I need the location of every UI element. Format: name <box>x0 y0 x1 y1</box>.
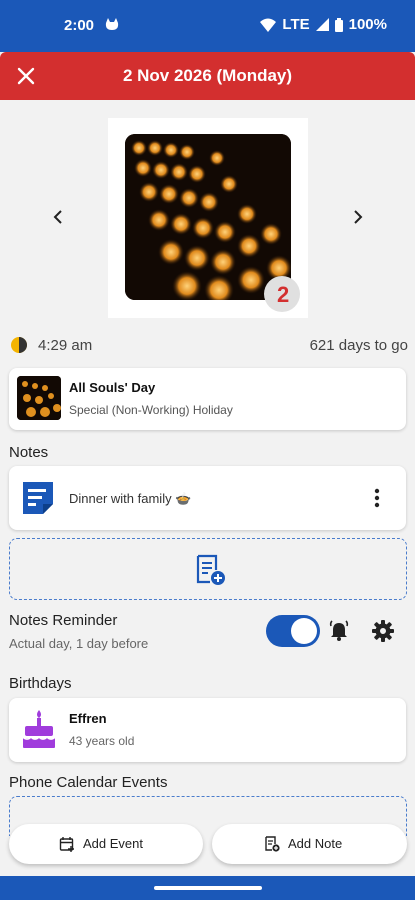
add-event-button[interactable]: Add Event <box>9 824 203 864</box>
holiday-type: Special (Non-Working) Holiday <box>69 403 233 417</box>
birthday-cake-icon <box>22 710 56 748</box>
birthday-age: 43 years old <box>69 734 135 748</box>
birthday-name: Effren <box>69 711 107 726</box>
battery-icon <box>334 17 343 32</box>
notes-heading: Notes <box>9 444 49 461</box>
wifi-icon <box>260 18 277 32</box>
chevron-right-icon[interactable] <box>348 206 368 228</box>
home-handle[interactable] <box>154 886 262 890</box>
date-header: 2 Nov 2026 (Monday) <box>0 52 415 100</box>
status-icons: LTE 100% <box>260 16 387 33</box>
calendar-add-icon <box>59 837 74 852</box>
status-time: 2:00 <box>64 17 95 34</box>
day-badge: 2 <box>264 276 300 312</box>
signal-icon <box>315 18 329 31</box>
moon-phase-row: 4:29 am 621 days to go <box>10 334 408 358</box>
birthday-item[interactable]: Effren 43 years old <box>9 698 406 762</box>
reminder-title: Notes Reminder <box>9 612 118 629</box>
note-item[interactable]: Dinner with family 🍲 <box>9 466 406 530</box>
moon-phase-icon <box>11 337 27 353</box>
notification-cat-icon <box>105 18 119 30</box>
holiday-photo[interactable] <box>125 134 291 300</box>
moon-time: 4:29 am <box>38 337 93 354</box>
days-countdown: 621 days to go <box>309 337 408 354</box>
battery-label: 100% <box>348 16 387 33</box>
holiday-thumbnail <box>17 376 61 420</box>
reminder-subtitle: Actual day, 1 day before <box>9 636 149 651</box>
candles-thumbnail-image <box>17 376 61 420</box>
note-doc-icon <box>23 482 53 514</box>
add-event-label: Add Event <box>83 836 143 851</box>
holiday-card[interactable]: All Souls' Day Special (Non-Working) Hol… <box>9 368 406 430</box>
day-badge-number: 2 <box>277 282 290 307</box>
candles-image <box>125 134 291 300</box>
birthdays-heading: Birthdays <box>9 675 72 692</box>
status-bar: 2:00 LTE 100% <box>0 0 415 52</box>
add-note-label: Add Note <box>288 836 343 851</box>
bell-ringing-icon[interactable] <box>328 620 350 642</box>
gear-icon[interactable] <box>372 620 394 642</box>
toggle-knob <box>291 618 317 644</box>
add-note-icon <box>196 554 225 585</box>
add-note-area[interactable] <box>9 538 407 600</box>
network-label: LTE <box>282 16 310 33</box>
reminder-toggle[interactable] <box>266 615 320 647</box>
holiday-name: All Souls' Day <box>69 380 156 395</box>
chevron-left-icon[interactable] <box>48 206 68 228</box>
system-nav-bar <box>0 876 415 900</box>
more-vertical-icon[interactable] <box>374 488 380 508</box>
page-title: 2 Nov 2026 (Monday) <box>122 66 293 85</box>
phone-calendar-heading: Phone Calendar Events <box>9 774 168 791</box>
note-text: Dinner with family 🍲 <box>69 491 192 506</box>
note-add-icon <box>265 836 280 852</box>
add-note-button[interactable]: Add Note <box>212 824 407 864</box>
